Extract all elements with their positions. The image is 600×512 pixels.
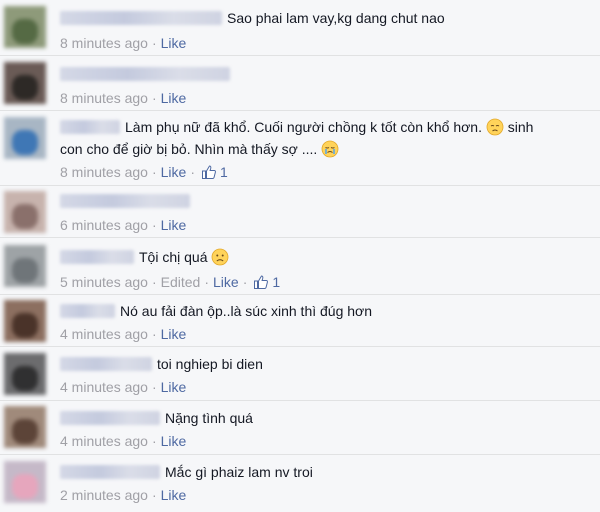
comment-timestamp[interactable]: 4 minutes ago [60, 433, 148, 449]
comment-timestamp[interactable]: 8 minutes ago [60, 164, 148, 180]
comment: Làm phụ nữ đã khổ. Cuối người chồng k tố… [0, 111, 600, 186]
like-link[interactable]: Like [161, 164, 187, 180]
like-link[interactable]: Like [161, 90, 187, 106]
frowning-face-icon [211, 248, 229, 266]
avatar[interactable] [4, 406, 46, 448]
commenter-name[interactable] [60, 194, 190, 208]
like-link[interactable]: Like [161, 379, 187, 395]
comment: Tội chị quá 5 minutes ago · Edited · Like · 1 [0, 238, 600, 295]
commenter-name[interactable] [60, 67, 230, 81]
like-link[interactable]: Like [161, 35, 187, 51]
avatar[interactable] [4, 353, 46, 395]
comment-list: Sao phai lam vay,kg dang chut nao 8 minu… [0, 0, 600, 512]
avatar[interactable] [4, 245, 46, 287]
comment-text: toi nghiep bi dien [157, 356, 263, 372]
comment-text: Nó au fải đàn ộp..là súc xinh thì đúg hơ… [120, 303, 373, 319]
comment-timestamp[interactable]: 2 minutes ago [60, 487, 148, 503]
comment-text: Sao phai lam vay,kg dang chut nao [227, 10, 445, 26]
like-link[interactable]: Like [161, 433, 187, 449]
comment-timestamp[interactable]: 5 minutes ago [60, 274, 148, 290]
comment: Mắc gì phaiz lam nv troi 2 minutes ago · L… [0, 455, 600, 512]
comment: 6 minutes ago · Like [0, 186, 600, 238]
commenter-name[interactable] [60, 250, 134, 264]
comment: 8 minutes ago · Like [0, 56, 600, 111]
commenter-name[interactable] [60, 304, 115, 318]
edited-label[interactable]: Edited [161, 274, 201, 290]
comment-text: Mắc gì phaiz lam nv troi [165, 464, 313, 480]
avatar[interactable] [4, 6, 46, 48]
commenter-name[interactable] [60, 411, 160, 425]
comment: toi nghiep bi dien 4 minutes ago · Like [0, 347, 600, 401]
comment-text-line2: con cho để giờ bị bỏ. Nhìn mà thấy sợ ..… [60, 141, 318, 157]
like-link[interactable]: Like [161, 217, 187, 233]
avatar[interactable] [4, 62, 46, 104]
like-link[interactable]: Like [213, 274, 239, 290]
thumbs-up-icon[interactable] [253, 274, 269, 290]
avatar[interactable] [4, 461, 46, 503]
like-count[interactable]: 1 [220, 164, 228, 180]
commenter-name[interactable] [60, 465, 160, 479]
comment-text-tail: sinh [507, 119, 534, 135]
comment: Sao phai lam vay,kg dang chut nao 8 minu… [0, 0, 600, 56]
comment: Nó au fải đàn ộp..là súc xinh thì đúg hơ… [0, 295, 600, 347]
commenter-name[interactable] [60, 120, 120, 134]
thumbs-up-icon[interactable] [201, 164, 217, 180]
avatar[interactable] [4, 191, 46, 233]
comment: Nặng tình quá 4 minutes ago · Like [0, 401, 600, 455]
commenter-name[interactable] [60, 11, 222, 25]
comment-text: Tội chị quá [139, 249, 208, 265]
comment-timestamp[interactable]: 8 minutes ago [60, 90, 148, 106]
comment-timestamp[interactable]: 4 minutes ago [60, 326, 148, 342]
comment-timestamp[interactable]: 6 minutes ago [60, 217, 148, 233]
commenter-name[interactable] [60, 357, 152, 371]
comment-text: Nặng tình quá [165, 410, 253, 426]
comment-timestamp[interactable]: 4 minutes ago [60, 379, 148, 395]
like-count[interactable]: 1 [272, 274, 280, 290]
comment-text-line1: Làm phụ nữ đã khổ. Cuối người chồng k tố… [125, 119, 482, 135]
disappointed-face-icon [486, 118, 504, 136]
avatar[interactable] [4, 300, 46, 342]
like-link[interactable]: Like [161, 487, 187, 503]
like-link[interactable]: Like [161, 326, 187, 342]
avatar[interactable] [4, 117, 46, 159]
crying-face-icon [321, 140, 339, 158]
comment-timestamp[interactable]: 8 minutes ago [60, 35, 148, 51]
